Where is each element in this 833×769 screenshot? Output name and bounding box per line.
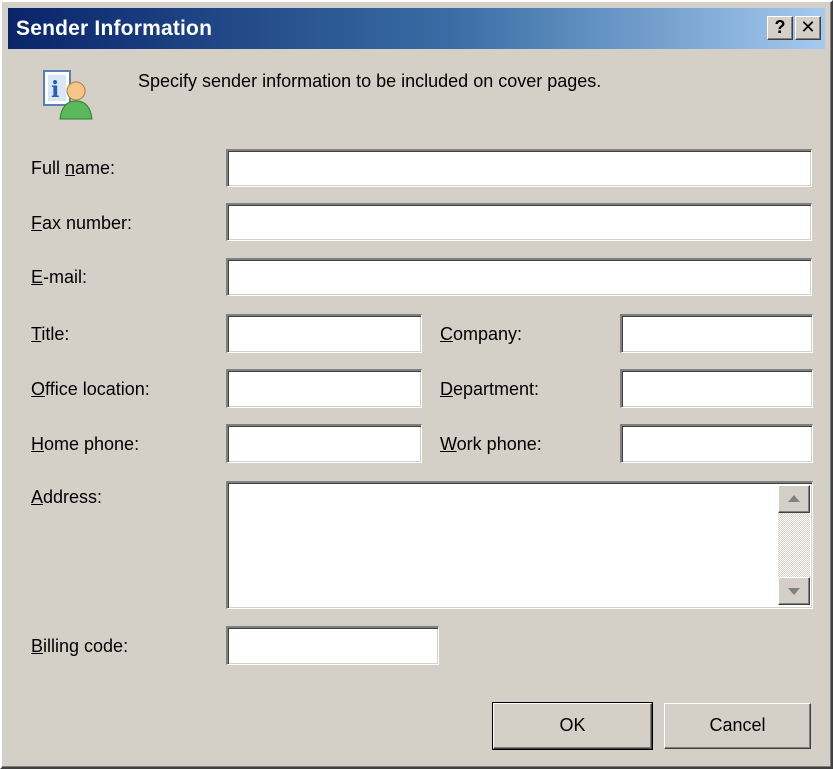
home-phone-label: Home phone: <box>31 434 140 454</box>
fax-number-field[interactable] <box>226 203 812 241</box>
department-label: Department: <box>440 379 540 399</box>
svg-text:i: i <box>51 77 59 103</box>
contact-info-icon: i <box>43 70 93 120</box>
address-label: Address: <box>31 487 103 507</box>
ok-button[interactable]: OK <box>492 702 653 750</box>
cancel-button[interactable]: Cancel <box>664 703 811 749</box>
fax-number-label: Fax number: <box>31 213 133 233</box>
address-field[interactable] <box>226 481 813 609</box>
down-arrow-icon <box>788 588 800 595</box>
office-location-label: Office location: <box>31 379 150 399</box>
scroll-up-button[interactable] <box>778 485 810 513</box>
window-title: Sender Information <box>16 17 213 40</box>
title-field[interactable] <box>226 314 422 353</box>
work-phone-label: Work phone: <box>440 434 542 454</box>
close-button[interactable]: ✕ <box>795 16 821 40</box>
scroll-down-button[interactable] <box>778 577 810 605</box>
work-phone-field[interactable] <box>620 424 813 463</box>
full-name-field[interactable] <box>226 149 812 187</box>
department-field[interactable] <box>620 369 813 408</box>
address-scrollbar[interactable] <box>778 485 810 605</box>
email-field[interactable] <box>226 258 812 296</box>
up-arrow-icon <box>788 495 800 502</box>
email-label: E-mail: <box>31 267 88 287</box>
full-name-label: Full name: <box>31 158 116 178</box>
title-bar[interactable]: Sender Information ? ✕ <box>8 8 825 49</box>
home-phone-field[interactable] <box>226 424 422 463</box>
help-button[interactable]: ? <box>767 16 793 40</box>
intro-text: Specify sender information to be include… <box>138 71 602 91</box>
sender-information-dialog: Sender Information ? ✕ i Specify sender … <box>0 0 833 769</box>
office-location-field[interactable] <box>226 369 422 408</box>
title-label: Title: <box>31 324 70 344</box>
company-label: Company: <box>440 324 523 344</box>
billing-code-label: Billing code: <box>31 636 129 656</box>
billing-code-field[interactable] <box>226 626 439 665</box>
company-field[interactable] <box>620 314 813 353</box>
